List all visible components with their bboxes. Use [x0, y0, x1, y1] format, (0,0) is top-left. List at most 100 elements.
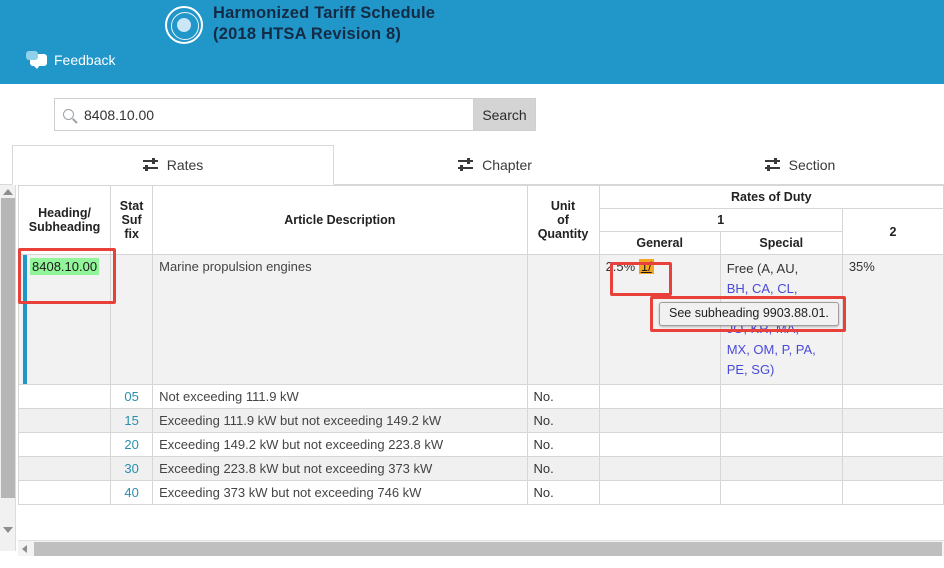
caret-left-icon[interactable] — [22, 545, 27, 553]
cell-stat-suffix — [111, 255, 153, 385]
row-accent-bar — [23, 255, 27, 384]
col-rates-of-duty: Rates of Duty — [599, 186, 943, 209]
col-unit-line2: of — [557, 213, 569, 227]
cell-general-rate — [599, 408, 720, 432]
cell-special-rate — [720, 384, 842, 408]
col-article-description: Article Description — [153, 186, 527, 255]
col-heading-subheading: Heading/ Subheading — [19, 186, 111, 255]
cell-special-rate — [720, 432, 842, 456]
footnote-marker[interactable]: 1/ — [639, 259, 654, 274]
tab-rates[interactable]: Rates — [12, 145, 334, 185]
col-heading-line2: Subheading — [29, 220, 101, 234]
cell-heading-code[interactable]: 8408.10.00 — [19, 255, 111, 385]
cell-article-description: Marine propulsion engines — [153, 255, 527, 385]
feedback-link[interactable]: Feedback — [30, 52, 115, 68]
col-unit-line3: Quantity — [538, 227, 589, 241]
table-row[interactable]: 40 Exceeding 373 kW but not exceeding 74… — [19, 480, 944, 504]
cell-stat-suffix[interactable]: 15 — [111, 408, 153, 432]
caret-down-icon[interactable] — [3, 527, 13, 533]
col-stat-line3: fix — [124, 227, 139, 241]
cell-heading-code — [19, 408, 111, 432]
special-line[interactable]: PE, SG) — [727, 360, 836, 380]
col-duty-group-1: 1 — [599, 209, 842, 232]
cell-unit: No. — [527, 456, 599, 480]
col-special: Special — [720, 232, 842, 255]
cell-unit — [527, 255, 599, 385]
col-unit-of-quantity: Unit of Quantity — [527, 186, 599, 255]
horizontal-scroll-thumb[interactable] — [34, 542, 942, 556]
search-icon — [63, 109, 74, 120]
tariff-table-wrap: Heading/ Subheading Stat Suf fix Article… — [18, 185, 944, 540]
cell-stat-suffix[interactable]: 20 — [111, 432, 153, 456]
cell-stat-suffix[interactable]: 40 — [111, 480, 153, 504]
cell-general-rate — [599, 456, 720, 480]
cell-article-description: Exceeding 111.9 kW but not exceeding 149… — [153, 408, 527, 432]
cell-general-rate — [599, 432, 720, 456]
col-general: General — [599, 232, 720, 255]
table-header-row-1: Heading/ Subheading Stat Suf fix Article… — [19, 186, 944, 209]
speech-bubble-icon — [30, 54, 47, 66]
site-header: Harmonized Tariff Schedule (2018 HTSA Re… — [0, 0, 944, 84]
tab-chapter[interactable]: Chapter — [334, 145, 656, 185]
cell-general-rate — [599, 384, 720, 408]
cell-unit: No. — [527, 408, 599, 432]
cell-column2-rate — [842, 384, 943, 408]
vertical-scrollbar[interactable] — [0, 185, 16, 551]
tab-section[interactable]: Section — [656, 145, 944, 185]
cell-column2-rate: 35% — [842, 255, 943, 385]
cell-stat-suffix[interactable]: 05 — [111, 384, 153, 408]
page-title-line1: Harmonized Tariff Schedule — [213, 4, 435, 22]
search-button[interactable]: Search — [474, 98, 536, 131]
tariff-table: Heading/ Subheading Stat Suf fix Article… — [18, 185, 944, 505]
col-stat-suffix: Stat Suf fix — [111, 186, 153, 255]
caret-up-icon[interactable] — [3, 189, 13, 195]
cell-column2-rate — [842, 456, 943, 480]
table-row[interactable]: 15 Exceeding 111.9 kW but not exceeding … — [19, 408, 944, 432]
col-heading-line1: Heading/ — [38, 206, 91, 220]
sliders-icon — [765, 159, 780, 171]
sliders-icon — [458, 159, 473, 171]
horizontal-scrollbar[interactable] — [18, 540, 944, 556]
general-rate-value: 2.5% — [606, 259, 636, 274]
search-field-wrap[interactable] — [54, 98, 474, 131]
tab-rates-label: Rates — [167, 157, 204, 173]
cell-special-rate — [720, 408, 842, 432]
cell-special-rate — [720, 456, 842, 480]
tab-chapter-label: Chapter — [482, 157, 532, 173]
cell-article-description: Exceeding 223.8 kW but not exceeding 373… — [153, 456, 527, 480]
table-row[interactable]: 30 Exceeding 223.8 kW but not exceeding … — [19, 456, 944, 480]
cell-stat-suffix[interactable]: 30 — [111, 456, 153, 480]
usitc-seal-icon — [165, 6, 203, 44]
results-scroll-frame: Heading/ Subheading Stat Suf fix Article… — [0, 185, 944, 568]
special-line: Free (A, AU, — [727, 259, 836, 279]
heading-code-value: 8408.10.00 — [30, 258, 99, 275]
sliders-icon — [143, 159, 158, 171]
cell-column2-rate — [842, 480, 943, 504]
cell-unit: No. — [527, 432, 599, 456]
table-row[interactable]: 20 Exceeding 149.2 kW but not exceeding … — [19, 432, 944, 456]
brand-block: Harmonized Tariff Schedule (2018 HTSA Re… — [165, 0, 615, 48]
search-toolbar: Search Download Chapter i Guide — [0, 84, 944, 145]
search-input[interactable] — [82, 106, 465, 124]
col-duty-group-2: 2 — [842, 209, 943, 255]
vertical-scroll-thumb[interactable] — [1, 198, 15, 498]
cell-general-rate — [599, 480, 720, 504]
cell-column2-rate — [842, 432, 943, 456]
cell-unit: No. — [527, 384, 599, 408]
col-stat-line2: Suf — [122, 213, 142, 227]
cell-article-description: Exceeding 149.2 kW but not exceeding 223… — [153, 432, 527, 456]
special-line[interactable]: MX, OM, P, PA, — [727, 340, 836, 360]
cell-heading-code — [19, 384, 111, 408]
feedback-label: Feedback — [54, 52, 115, 68]
cell-column2-rate — [842, 408, 943, 432]
table-row[interactable]: 05 Not exceeding 111.9 kW No. — [19, 384, 944, 408]
view-tabs: Rates Chapter Section — [0, 145, 944, 185]
col-unit-line1: Unit — [551, 199, 575, 213]
cell-article-description: Not exceeding 111.9 kW — [153, 384, 527, 408]
cell-heading-code — [19, 432, 111, 456]
special-line[interactable]: BH, CA, CL, — [727, 279, 836, 299]
tab-section-label: Section — [789, 157, 836, 173]
cell-special-rate — [720, 480, 842, 504]
cell-article-description: Exceeding 373 kW but not exceeding 746 k… — [153, 480, 527, 504]
col-stat-line1: Stat — [120, 199, 144, 213]
